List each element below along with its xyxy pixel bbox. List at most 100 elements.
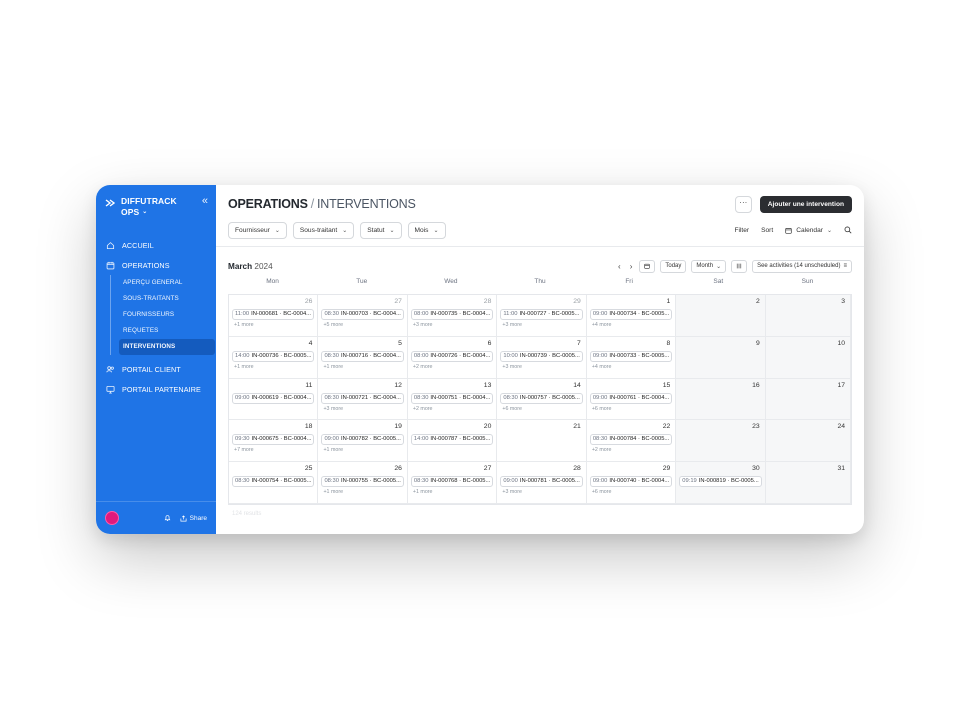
more-events-link[interactable]: +1 more <box>232 321 314 329</box>
event-chip[interactable]: 09:19 IN-000819 · BC-0005... <box>679 476 762 488</box>
bell-icon[interactable] <box>164 514 171 522</box>
sidebar-item-portail-client[interactable]: PORTAIL CLIENT <box>96 359 216 379</box>
more-options-button[interactable]: ··· <box>734 195 752 213</box>
more-events-link[interactable]: +2 more <box>411 405 493 413</box>
chevron-right-icon[interactable]: › <box>628 262 635 271</box>
chevron-left-icon[interactable]: ‹ <box>616 262 623 271</box>
more-events-link[interactable]: +1 more <box>232 363 314 371</box>
day-cell[interactable]: 17 <box>765 378 851 421</box>
event-chip[interactable]: 09:00 IN-000782 · BC-0005... <box>321 434 404 446</box>
more-events-link[interactable]: +4 more <box>590 321 672 329</box>
share-button[interactable]: Share <box>180 515 207 522</box>
more-events-link[interactable]: +5 more <box>321 321 403 329</box>
brand[interactable]: DIFFUTRACK OPS ⌄ <box>105 196 177 218</box>
filter-statut[interactable]: Statut ⌄ <box>360 221 402 239</box>
view-mode-select[interactable]: Month ⌄ <box>691 259 727 273</box>
event-chip[interactable]: 11:00 IN-000727 · BC-0005... <box>500 309 583 320</box>
day-cell[interactable]: 15 09:00 IN-000761 · BC-0004... +6 more <box>586 378 677 421</box>
day-cell[interactable]: 27 08:30 IN-000768 · BC-0005... +1 more <box>407 462 498 504</box>
filter-button[interactable]: Filter <box>734 227 749 234</box>
event-chip[interactable]: 08:30 IN-000755 · BC-0005... <box>321 476 404 488</box>
day-cell[interactable]: 7 10:00 IN-000739 · BC-0005... +3 more <box>497 336 587 379</box>
more-events-link[interactable]: +3 more <box>500 321 582 329</box>
more-events-link[interactable]: +2 more <box>590 446 672 454</box>
filter-fournisseur[interactable]: Fournisseur ⌄ <box>228 221 287 239</box>
more-events-link[interactable]: +3 more <box>500 363 582 371</box>
day-cell[interactable]: 30 09:19 IN-000819 · BC-0005... <box>676 462 766 504</box>
event-chip[interactable]: 14:00 IN-000787 · BC-0005... <box>410 434 494 446</box>
more-events-link[interactable]: +6 more <box>590 488 672 496</box>
more-events-link[interactable]: +3 more <box>321 405 403 413</box>
event-chip[interactable]: 08:30 IN-000784 · BC-0005... <box>589 434 673 446</box>
sort-button[interactable]: Sort <box>761 227 773 234</box>
event-chip[interactable]: 08:30 IN-000768 · BC-0005... <box>410 476 494 488</box>
event-chip[interactable]: 10:00 IN-000739 · BC-0005... <box>500 350 583 362</box>
event-chip[interactable]: 09:00 IN-000734 · BC-0005... <box>589 309 673 320</box>
day-cell[interactable]: 19 09:00 IN-000782 · BC-0005... +1 more <box>318 420 408 463</box>
day-cell[interactable]: 25 08:30 IN-000754 · BC-0005... <box>229 462 319 504</box>
day-cell[interactable]: 4 14:00 IN-000736 · BC-0005... +1 more <box>229 336 319 379</box>
day-cell[interactable]: 21 <box>497 420 587 463</box>
day-cell[interactable]: 28 09:00 IN-000781 · BC-0005... +3 more <box>497 462 587 504</box>
day-cell[interactable]: 18 09:30 IN-000675 · BC-0004... +7 more <box>229 420 319 463</box>
day-cell[interactable]: 11 09:00 IN-000619 · BC-0004... <box>229 378 319 421</box>
event-chip[interactable]: 09:30 IN-000675 · BC-0004... <box>232 434 315 446</box>
event-chip[interactable]: 09:00 IN-000733 · BC-0005... <box>589 350 673 362</box>
sidebar-subitem-requetes[interactable]: REQUETES <box>123 323 216 339</box>
day-cell[interactable]: 13 08:30 IN-000751 · BC-0004... +2 more <box>407 378 498 421</box>
day-cell[interactable]: 31 <box>765 462 851 504</box>
breadcrumb-section[interactable]: OPERATIONS <box>228 197 308 211</box>
more-events-link[interactable]: +6 more <box>590 405 672 413</box>
settings-button[interactable] <box>731 259 748 273</box>
event-chip[interactable]: 08:30 IN-000754 · BC-0005... <box>232 476 315 488</box>
day-cell[interactable]: 8 09:00 IN-000733 · BC-0005... +4 more <box>586 336 677 379</box>
sidebar-subitem-sous-traitants[interactable]: SOUS-TRAITANTS <box>123 291 216 307</box>
day-cell[interactable]: 6 08:00 IN-000726 · BC-0004... +2 more <box>407 336 498 379</box>
view-switcher[interactable]: Calendar ⌄ <box>785 227 832 234</box>
day-cell[interactable]: 12 08:30 IN-000721 · BC-0004... +3 more <box>318 378 408 421</box>
date-picker-button[interactable] <box>639 259 656 273</box>
event-chip[interactable]: 09:00 IN-000619 · BC-0004... <box>232 392 315 404</box>
event-chip[interactable]: 14:00 IN-000736 · BC-0005... <box>232 350 315 362</box>
more-events-link[interactable]: +4 more <box>590 363 672 371</box>
event-chip[interactable]: 11:00 IN-000681 · BC-0004... <box>232 309 315 320</box>
event-chip[interactable]: 08:30 IN-000721 · BC-0004... <box>321 392 404 404</box>
day-cell[interactable]: 26 11:00 IN-000681 · BC-0004... +1 more <box>229 295 319 337</box>
day-cell[interactable]: 22 08:30 IN-000784 · BC-0005... +2 more <box>586 420 677 463</box>
event-chip[interactable]: 08:30 IN-000757 · BC-0005... <box>500 392 583 404</box>
day-cell[interactable]: 29 11:00 IN-000727 · BC-0005... +3 more <box>497 295 587 337</box>
event-chip[interactable]: 09:00 IN-000781 · BC-0005... <box>500 476 583 488</box>
day-cell[interactable]: 5 08:30 IN-000716 · BC-0004... +1 more <box>318 336 408 379</box>
day-cell[interactable]: 9 <box>676 336 766 379</box>
event-chip[interactable]: 09:00 IN-000761 · BC-0004... <box>589 392 673 404</box>
day-cell[interactable]: 10 <box>765 336 851 379</box>
collapse-sidebar-icon[interactable]: « <box>202 196 208 207</box>
day-cell[interactable]: 1 09:00 IN-000734 · BC-0005... +4 more <box>586 295 677 337</box>
more-events-link[interactable]: +3 more <box>411 321 493 329</box>
day-cell[interactable]: 29 09:00 IN-000740 · BC-0004... +6 more <box>586 462 677 504</box>
more-events-link[interactable]: +1 more <box>321 363 403 371</box>
day-cell[interactable]: 26 08:30 IN-000755 · BC-0005... +1 more <box>318 462 408 504</box>
more-events-link[interactable]: +1 more <box>321 446 403 454</box>
day-cell[interactable]: 23 <box>676 420 766 463</box>
today-button[interactable]: Today <box>660 259 687 273</box>
sidebar-subitem-apercu[interactable]: APERÇU GENERAL <box>123 275 216 291</box>
more-events-link[interactable]: +7 more <box>232 446 314 454</box>
more-events-link[interactable]: +3 more <box>500 488 582 496</box>
event-chip[interactable]: 08:00 IN-000735 · BC-0004... <box>410 309 494 320</box>
more-events-link[interactable]: +2 more <box>411 363 493 371</box>
event-chip[interactable]: 08:30 IN-000703 · BC-0004... <box>321 309 404 320</box>
add-intervention-button[interactable]: Ajouter une intervention <box>759 195 852 213</box>
sidebar-item-portail-partenaire[interactable]: PORTAIL PARTENAIRE <box>96 379 216 399</box>
search-icon[interactable] <box>844 226 852 234</box>
day-cell[interactable]: 20 14:00 IN-000787 · BC-0005... <box>407 420 498 463</box>
event-chip[interactable]: 08:30 IN-000716 · BC-0004... <box>321 350 404 362</box>
day-cell[interactable]: 28 08:00 IN-000735 · BC-0004... +3 more <box>407 295 498 337</box>
filter-sous-traitant[interactable]: Sous-traitant ⌄ <box>292 221 355 239</box>
sidebar-item-accueil[interactable]: ACCUEIL <box>96 235 216 255</box>
avatar[interactable] <box>105 511 119 525</box>
sidebar-subitem-fournisseurs[interactable]: FOURNISSEURS <box>123 307 216 323</box>
day-cell[interactable]: 27 08:30 IN-000703 · BC-0004... +5 more <box>318 295 408 337</box>
event-chip[interactable]: 09:00 IN-000740 · BC-0004... <box>589 476 673 488</box>
day-cell[interactable]: 24 <box>765 420 851 463</box>
